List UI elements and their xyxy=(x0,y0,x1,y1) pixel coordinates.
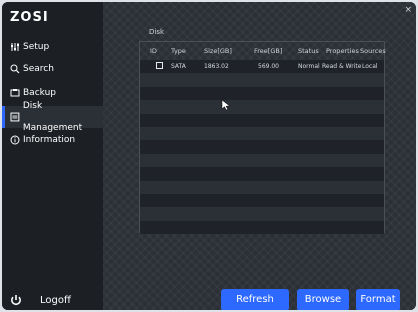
table-row-empty xyxy=(140,207,384,221)
table-rows: SATA 1863.02 569.00 Normal Read & Write … xyxy=(140,60,384,235)
cell-source: Local xyxy=(362,63,378,70)
table-row-empty xyxy=(140,73,384,87)
table-row-empty xyxy=(140,153,384,168)
format-button[interactable]: Format xyxy=(356,289,400,310)
table-row-empty xyxy=(140,113,384,127)
search-icon xyxy=(10,64,20,74)
refresh-button[interactable]: Refresh xyxy=(221,289,289,310)
close-icon[interactable]: × xyxy=(404,6,412,15)
table-row-empty xyxy=(140,100,384,114)
column-header-type: Type xyxy=(171,47,186,55)
app-window: ZOSI Setup Search Backup Disk Management… xyxy=(2,2,416,310)
main-panel: × Disk ID Type Size[GB] Free[GB] Status … xyxy=(103,2,416,310)
sidebar-item-disk-management[interactable]: Disk Management xyxy=(2,101,103,133)
table-header: ID Type Size[GB] Free[GB] Status Propert… xyxy=(140,42,386,60)
column-header-sources: Sources xyxy=(360,47,386,55)
row-checkbox[interactable] xyxy=(156,62,163,69)
backup-icon xyxy=(10,89,20,97)
table-row-empty xyxy=(140,220,384,235)
power-icon xyxy=(11,295,21,306)
browse-button[interactable]: Browse xyxy=(297,289,349,310)
table-row-empty xyxy=(140,140,384,154)
sliders-icon xyxy=(11,43,19,51)
cell-properties: Read & Write xyxy=(322,63,362,70)
info-icon xyxy=(10,135,20,145)
table-row[interactable]: SATA 1863.02 569.00 Normal Read & Write … xyxy=(140,60,384,74)
table-row-empty xyxy=(140,167,384,181)
table-row-empty xyxy=(140,193,384,208)
column-header-free: Free[GB] xyxy=(254,47,283,55)
sidebar: ZOSI Setup Search Backup Disk Management… xyxy=(2,2,103,310)
sidebar-item-label: Search xyxy=(23,64,54,74)
sidebar-item-label: Setup xyxy=(23,42,50,52)
section-title: Disk xyxy=(149,28,165,36)
disk-table: ID Type Size[GB] Free[GB] Status Propert… xyxy=(139,41,386,235)
sidebar-item-setup[interactable]: Setup xyxy=(2,36,103,58)
sidebar-item-information[interactable]: Information xyxy=(2,129,103,151)
cell-type: SATA xyxy=(171,63,186,70)
column-header-properties: Properties xyxy=(326,47,359,55)
logoff-button[interactable]: Logoff xyxy=(10,294,71,306)
disk-icon xyxy=(10,112,20,122)
table-row-empty xyxy=(140,126,384,141)
sidebar-item-search[interactable]: Search xyxy=(2,58,103,80)
cell-status: Normal xyxy=(298,63,320,70)
column-header-status: Status xyxy=(298,47,319,55)
table-row-empty xyxy=(140,180,384,194)
cell-size: 1863.02 xyxy=(204,63,229,70)
logoff-label: Logoff xyxy=(40,294,71,306)
mouse-cursor-icon xyxy=(221,99,231,111)
table-row-empty xyxy=(140,86,384,101)
column-header-id: ID xyxy=(150,47,157,55)
sidebar-item-label: Information xyxy=(23,135,76,145)
cell-free: 569.00 xyxy=(258,63,279,70)
column-header-size: Size[GB] xyxy=(204,47,232,55)
brand-logo: ZOSI xyxy=(10,10,49,25)
